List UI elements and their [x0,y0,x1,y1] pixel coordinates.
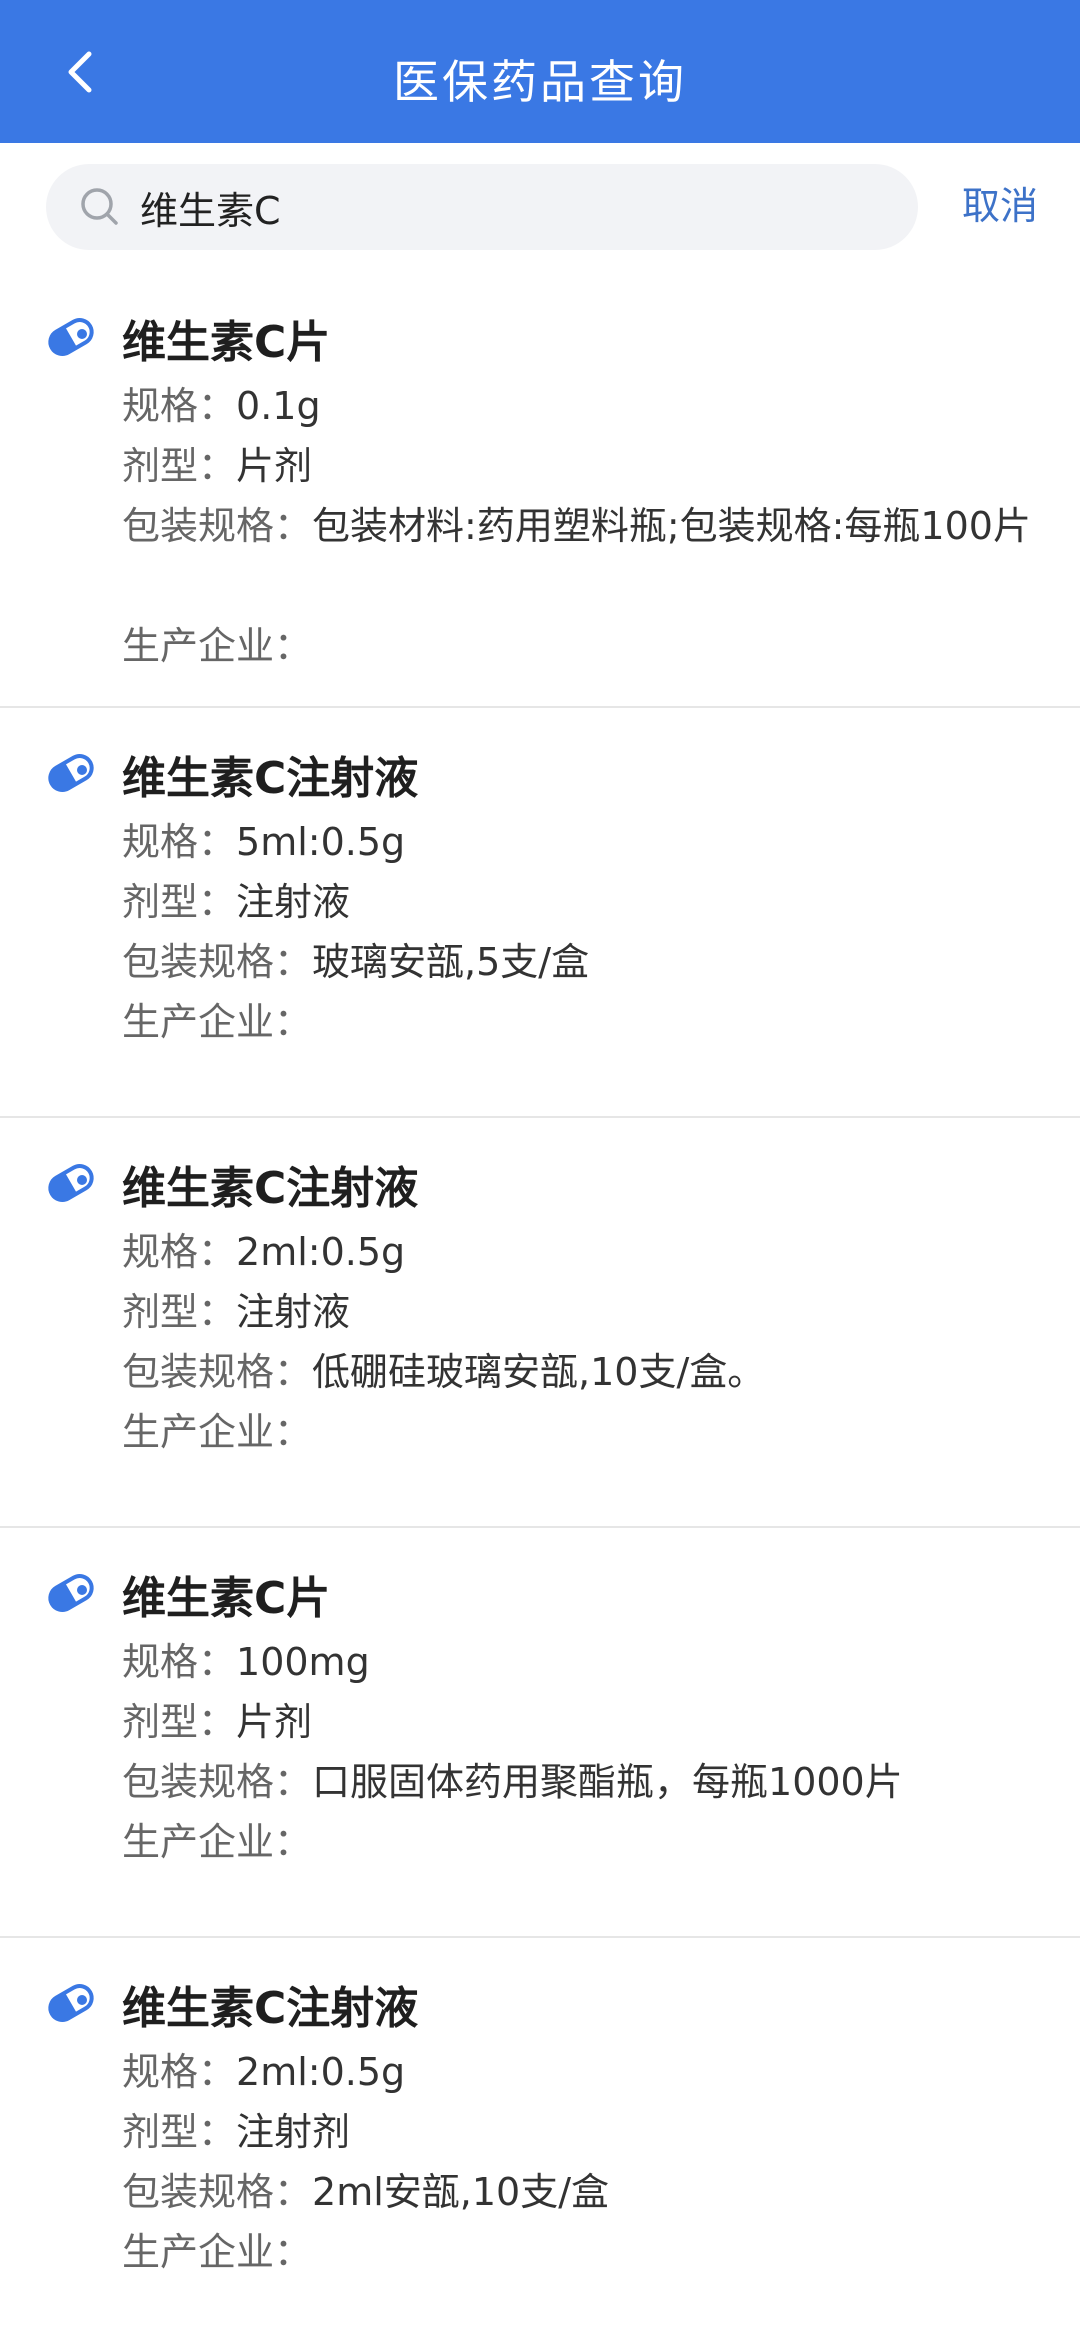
spec-label: 规格： [122,2050,237,2094]
spec-value: 0.1g [236,384,321,428]
spec-row: 规格：2ml:0.5g [122,1222,1042,1282]
drug-result-item[interactable]: 维生素C注射液 规格：5ml:0.5g 剂型：注射液 包装规格：玻璃安瓿,5支/… [0,708,1080,1118]
dosage-form-row: 剂型：注射剂 [122,2102,1042,2162]
packaging-row: 包装规格：低硼硅玻璃安瓿,10支/盒。 [122,1342,1042,1402]
dosage-form-value: 注射液 [236,1290,351,1334]
top-app-bar: 医保药品查询 [0,0,1080,143]
packaging-row: 包装规格：玻璃安瓿,5支/盒 [122,932,1042,992]
manufacturer-label: 生产企业： [122,1000,313,1044]
spec-row: 规格：100mg [122,1632,1042,1692]
dosage-form-label: 剂型： [122,880,237,924]
spec-row: 规格：5ml:0.5g [122,812,1042,872]
spec-value: 100mg [236,1640,370,1684]
packaging-row: 包装规格：2ml安瓿,10支/盒 [122,2162,1042,2222]
drug-name: 维生素C注射液 [122,1983,419,2034]
packaging-label: 包装规格： [122,504,313,548]
drug-result-item[interactable]: 维生素C注射液 规格：2ml:0.5g 剂型：注射剂 包装规格：2ml安瓿,10… [0,1938,1080,2346]
manufacturer-row: 生产企业： [122,2222,1042,2282]
spec-value: 5ml:0.5g [236,820,406,864]
spec-row: 规格：0.1g [122,376,1042,436]
dosage-form-row: 剂型：注射液 [122,1282,1042,1342]
drug-name: 维生素C注射液 [122,753,419,804]
packaging-value: 2ml安瓿,10支/盒 [312,2170,610,2214]
packaging-value: 玻璃安瓿,5支/盒 [312,940,590,984]
results-list: 维生素C片 规格：0.1g 剂型：片剂 包装规格：包装材料:药用塑料瓶;包装规格… [0,272,1080,2346]
packaging-label: 包装规格： [122,2170,313,2214]
drug-name: 维生素C注射液 [122,1163,419,1214]
pill-icon [48,1984,94,2022]
dosage-form-label: 剂型： [122,1290,237,1334]
dosage-form-value: 片剂 [236,444,313,488]
pill-icon [48,1164,94,1202]
dosage-form-row: 剂型：片剂 [122,1692,1042,1752]
spec-row: 规格：2ml:0.5g [122,2042,1042,2102]
manufacturer-row: 生产企业： [122,992,1042,1052]
manufacturer-row: 生产企业： [122,616,1042,676]
drug-result-item[interactable]: 维生素C注射液 规格：2ml:0.5g 剂型：注射液 包装规格：低硼硅玻璃安瓿,… [0,1118,1080,1528]
manufacturer-label: 生产企业： [122,2230,313,2274]
dosage-form-label: 剂型： [122,2110,237,2154]
packaging-value: 包装材料:药用塑料瓶;包装规格:每瓶100片 [312,504,1031,548]
pill-icon [48,318,94,356]
drug-result-item[interactable]: 维生素C片 规格：0.1g 剂型：片剂 包装规格：包装材料:药用塑料瓶;包装规格… [0,272,1080,708]
dosage-form-label: 剂型： [122,1700,237,1744]
pill-icon [48,754,94,792]
pill-icon [48,1574,94,1612]
page-title: 医保药品查询 [393,55,687,109]
spec-label: 规格： [122,1640,237,1684]
manufacturer-label: 生产企业： [122,624,313,668]
search-bar[interactable] [46,164,918,250]
dosage-form-label: 剂型： [122,444,237,488]
dosage-form-row: 剂型：注射液 [122,872,1042,932]
dosage-form-row: 剂型：片剂 [122,436,1042,496]
spec-value: 2ml:0.5g [236,2050,406,2094]
search-icon [81,188,118,225]
drug-result-item[interactable]: 维生素C片 规格：100mg 剂型：片剂 包装规格：口服固体药用聚酯瓶，每瓶10… [0,1528,1080,1938]
manufacturer-row: 生产企业： [122,1812,1042,1872]
packaging-value: 口服固体药用聚酯瓶，每瓶1000片 [312,1760,903,1804]
spec-label: 规格： [122,384,237,428]
manufacturer-label: 生产企业： [122,1410,313,1454]
packaging-label: 包装规格： [122,940,313,984]
spec-label: 规格： [122,1230,237,1274]
drug-name: 维生素C片 [122,317,331,368]
manufacturer-row: 生产企业： [122,1402,1042,1462]
dosage-form-value: 注射剂 [236,2110,351,2154]
drug-name: 维生素C片 [122,1573,331,1624]
packaging-value: 低硼硅玻璃安瓿,10支/盒。 [312,1350,766,1394]
dosage-form-value: 注射液 [236,880,351,924]
search-input[interactable] [140,164,880,250]
packaging-label: 包装规格： [122,1350,313,1394]
packaging-row: 包装规格：包装材料:药用塑料瓶;包装规格:每瓶100片 [122,496,1042,556]
cancel-button[interactable]: 取消 [950,178,1050,234]
spec-label: 规格： [122,820,237,864]
manufacturer-label: 生产企业： [122,1820,313,1864]
dosage-form-value: 片剂 [236,1700,313,1744]
packaging-row: 包装规格：口服固体药用聚酯瓶，每瓶1000片 [122,1752,1042,1812]
spec-value: 2ml:0.5g [236,1230,406,1274]
packaging-label: 包装规格： [122,1760,313,1804]
